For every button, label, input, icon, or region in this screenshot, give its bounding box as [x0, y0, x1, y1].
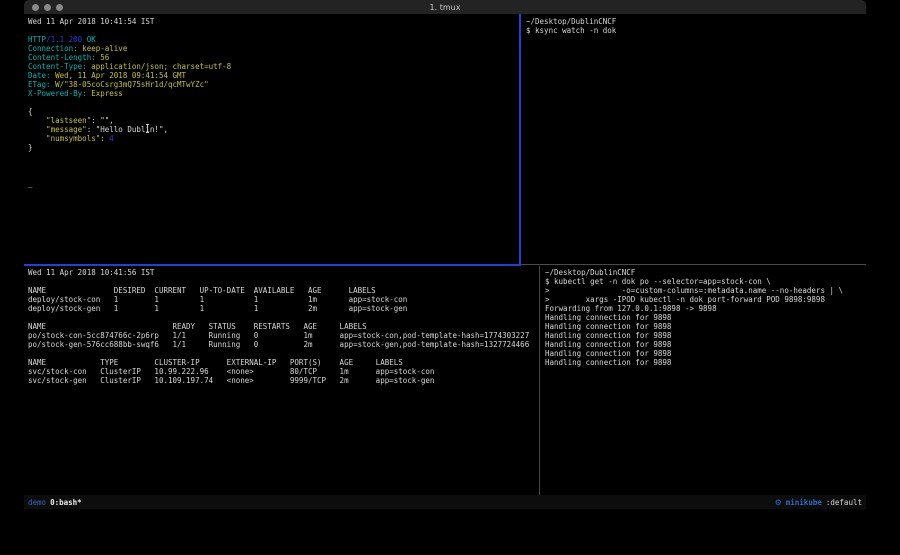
terminal-line: [28, 152, 523, 161]
services-table: NAME TYPE CLUSTER-IP EXTERNAL-IP PORT(S)…: [28, 358, 543, 385]
terminal-line: Wed 11 Apr 2018 10:41:54 IST: [28, 17, 523, 26]
terminal-window: 1. tmux Wed 11 Apr 2018 10:41:54 IST HTT…: [24, 0, 866, 509]
terminal-line: [28, 98, 523, 107]
kube-context: minikube: [786, 498, 822, 507]
terminal-line: ETag: W/"38-05coCsrg3mQ75sHr1d/qcMTwYZc": [28, 80, 523, 89]
terminal-line: Handling connection for 9898: [545, 313, 870, 322]
pane-kubectl-get[interactable]: Wed 11 Apr 2018 10:41:56 IST NAME DESIRE…: [24, 266, 543, 497]
session-name: demo: [28, 498, 46, 507]
terminal-line: Content-Length: 56: [28, 53, 523, 62]
minimize-button[interactable]: [44, 4, 51, 11]
terminal-line: [28, 26, 523, 35]
status-left: demo 0:bash*: [24, 498, 86, 507]
zoom-button[interactable]: [56, 4, 63, 11]
active-pane-border-vertical[interactable]: [519, 14, 521, 266]
terminal-line: > -o=custom-columns=:metadata.name --no-…: [545, 286, 870, 295]
terminal-line: $ kubectl get -n dok po --selector=app=s…: [545, 277, 870, 286]
traffic-lights: [24, 4, 63, 11]
pods-table: NAME READY STATUS RESTARTS AGE LABELS po…: [28, 322, 543, 349]
terminal-line: Handling connection for 9898: [545, 322, 870, 331]
window-titlebar[interactable]: 1. tmux: [24, 0, 866, 14]
pane-ksync[interactable]: ~/Desktop/DublinCNCF$ ksync watch -n dok: [522, 14, 870, 267]
terminal-line: X-Powered-By: Express: [28, 89, 523, 98]
terminal-line: [28, 161, 523, 170]
timestamp: Wed 11 Apr 2018 10:41:56 IST: [28, 268, 543, 277]
terminal-line: {: [28, 107, 523, 116]
terminal-line: Content-Type: application/json; charset=…: [28, 62, 523, 71]
terminal-line: [28, 170, 523, 179]
terminal-line: > xargs -IPOD kubectl -n dok port-forwar…: [545, 295, 870, 304]
terminal-line: _: [28, 179, 523, 188]
kubernetes-icon: ⚙: [775, 498, 782, 507]
terminal-line: Handling connection for 9898: [545, 349, 870, 358]
close-button[interactable]: [32, 4, 39, 11]
kube-namespace: :default: [826, 498, 862, 507]
terminal-line: "message": "Hello Dublin!",: [28, 125, 523, 134]
pane-port-forward[interactable]: ~/Desktop/DublinCNCF$ kubectl get -n dok…: [541, 266, 870, 497]
terminal-line: Handling connection for 9898: [545, 340, 870, 349]
terminal-line: Handling connection for 9898: [545, 331, 870, 340]
deployments-table: NAME DESIRED CURRENT UP-TO-DATE AVAILABL…: [28, 286, 543, 313]
window-title: 1. tmux: [24, 3, 866, 12]
tmux-terminal: Wed 11 Apr 2018 10:41:54 IST HTTP/1.1 20…: [24, 14, 866, 495]
window-tab-current[interactable]: 0:bash*: [50, 498, 82, 507]
terminal-line: Connection: keep-alive: [28, 44, 523, 53]
terminal-line: Handling connection for 9898: [545, 358, 870, 367]
pane-border-horizontal[interactable]: [521, 264, 866, 265]
terminal-line: "lastseen": "",: [28, 116, 523, 125]
terminal-line: $ ksync watch -n dok: [526, 26, 870, 35]
terminal-line: }: [28, 143, 523, 152]
mouse-cursor-ibeam: [145, 124, 150, 133]
tmux-status-bar: demo 0:bash* ⚙ minikube :default: [24, 495, 866, 509]
pane-http-response[interactable]: Wed 11 Apr 2018 10:41:54 IST HTTP/1.1 20…: [24, 14, 523, 267]
terminal-line: Date: Wed, 11 Apr 2018 09:41:54 GMT: [28, 71, 523, 80]
terminal-line: ~/Desktop/DublinCNCF: [526, 17, 870, 26]
terminal-line: ~/Desktop/DublinCNCF: [545, 268, 870, 277]
terminal-line: Forwarding from 127.0.0.1:9898 -> 9898: [545, 304, 870, 313]
terminal-line: HTTP/1.1 200 OK: [28, 35, 523, 44]
status-right: ⚙ minikube :default: [771, 498, 866, 507]
terminal-line: "numsymbols": 4: [28, 134, 523, 143]
